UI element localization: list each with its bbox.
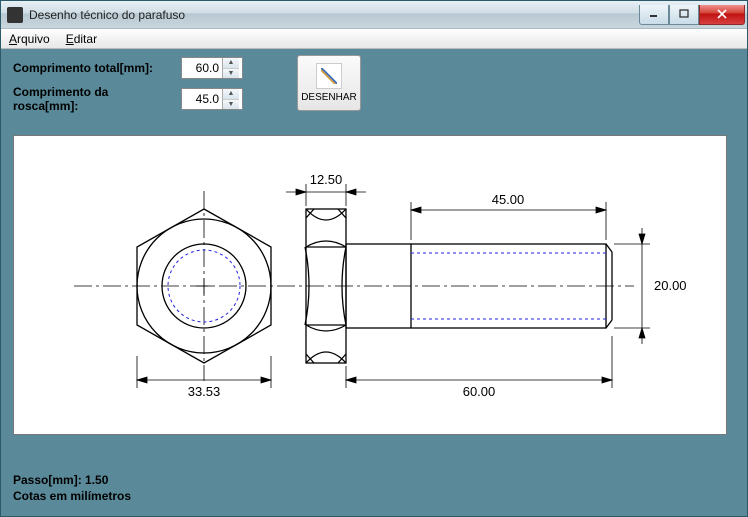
menu-editar[interactable]: Editar — [62, 30, 101, 48]
minimize-button[interactable] — [639, 5, 669, 25]
pencil-ruler-icon — [316, 63, 342, 89]
minimize-icon — [649, 9, 659, 19]
comprimento-total-input[interactable] — [182, 58, 222, 78]
menu-arquivo[interactable]: Arquivo — [5, 30, 54, 48]
comprimento-rosca-up[interactable]: ▲ — [223, 89, 239, 100]
close-button[interactable] — [699, 5, 745, 25]
maximize-button[interactable] — [669, 5, 699, 25]
window-title: Desenho técnico do parafuso — [29, 8, 639, 22]
comprimento-total-down[interactable]: ▼ — [223, 69, 239, 79]
app-window: Desenho técnico do parafuso Arquivo Edit… — [0, 0, 748, 517]
footer-cotas: Cotas em milímetros — [13, 488, 131, 504]
menubar: Arquivo Editar — [1, 29, 747, 49]
desenhar-label: DESENHAR — [301, 92, 357, 103]
row-comprimento-total: Comprimento total[mm]: ▲ ▼ — [13, 57, 735, 79]
comprimento-rosca-label: Comprimento da rosca[mm]: — [13, 85, 171, 113]
footer-passo: Passo[mm]: 1.50 — [13, 472, 131, 488]
content-area: Comprimento total[mm]: ▲ ▼ Comprimento d… — [1, 49, 747, 443]
comprimento-rosca-down[interactable]: ▼ — [223, 100, 239, 110]
dim-total-length: 60.00 — [463, 384, 496, 399]
menu-editar-label: ditar — [74, 32, 97, 46]
maximize-icon — [679, 9, 689, 19]
titlebar: Desenho técnico do parafuso — [1, 1, 747, 29]
dim-head-width: 12.50 — [310, 172, 343, 187]
comprimento-total-label: Comprimento total[mm]: — [13, 61, 171, 75]
dim-thread-length: 45.00 — [492, 192, 525, 207]
window-controls — [639, 5, 745, 25]
comprimento-rosca-input[interactable] — [182, 89, 222, 109]
desenhar-button[interactable]: DESENHAR — [297, 55, 361, 111]
comprimento-total-spinner[interactable]: ▲ ▼ — [181, 57, 243, 79]
close-icon — [716, 9, 728, 19]
footer-info: Passo[mm]: 1.50 Cotas em milímetros — [13, 472, 131, 504]
comprimento-rosca-spinner[interactable]: ▲ ▼ — [181, 88, 243, 110]
menu-arquivo-label: rquivo — [17, 32, 50, 46]
drawing-canvas: 33.53 — [13, 135, 727, 435]
dim-shaft-height: 20.00 — [654, 278, 687, 293]
row-comprimento-rosca: Comprimento da rosca[mm]: ▲ ▼ — [13, 85, 735, 113]
comprimento-total-up[interactable]: ▲ — [223, 58, 239, 69]
bolt-drawing: 33.53 — [14, 136, 728, 436]
dim-across-corners: 33.53 — [188, 384, 221, 399]
app-icon — [7, 7, 23, 23]
